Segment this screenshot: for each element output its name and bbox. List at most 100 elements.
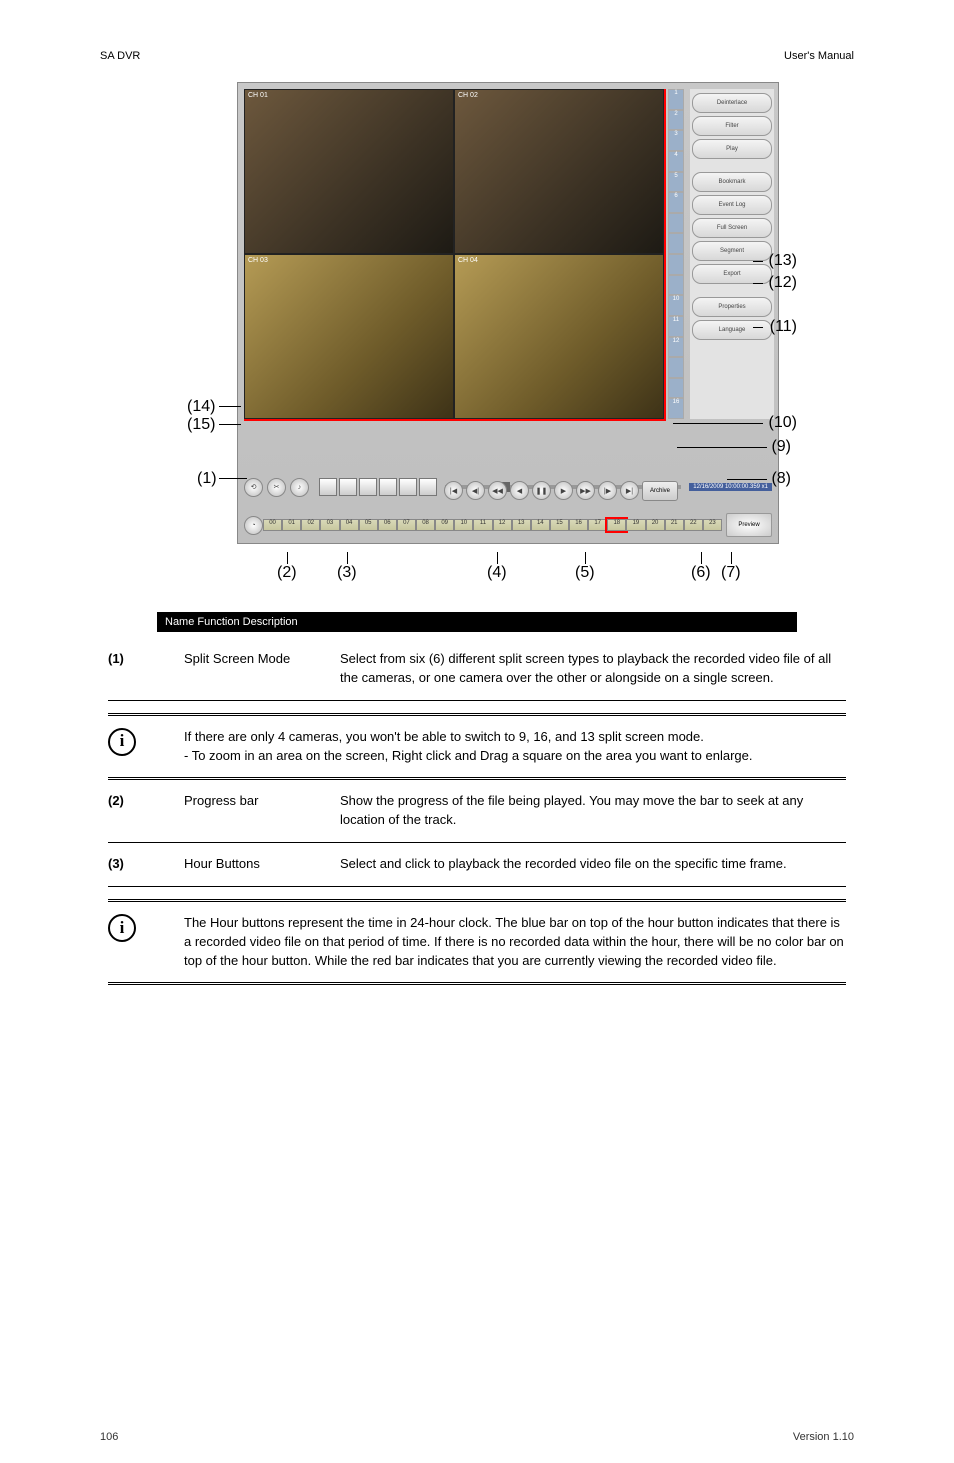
channel-cell[interactable]: 4	[668, 151, 684, 172]
channel-cell[interactable]	[668, 275, 684, 296]
channel-cell[interactable]: 2	[668, 110, 684, 131]
channel-cell[interactable]: 3	[668, 130, 684, 151]
hour-button[interactable]: 01	[282, 519, 301, 531]
event-log-button[interactable]: Event Log	[692, 195, 772, 215]
full-screen-button[interactable]: Full Screen	[692, 218, 772, 238]
definitions-table: (1) Split Screen Mode Select from six (6…	[100, 644, 854, 991]
hour-button[interactable]: 21	[665, 519, 684, 531]
split-4-button[interactable]	[339, 478, 357, 496]
camera-tile: CH 01	[244, 89, 454, 254]
hour-button[interactable]: 09	[435, 519, 454, 531]
preview-button[interactable]: Preview	[726, 513, 772, 537]
play-button[interactable]: ▶	[554, 481, 573, 500]
segment-button[interactable]: Segment	[692, 241, 772, 261]
callout-8: (8)	[771, 470, 791, 488]
hour-button[interactable]: 02	[301, 519, 320, 531]
archive-button[interactable]: Archive	[642, 481, 678, 501]
play-mode-button[interactable]: Play	[692, 139, 772, 159]
callout-5: (5)	[575, 564, 595, 582]
channel-cell[interactable]: 12	[668, 337, 684, 358]
split-1-button[interactable]	[319, 478, 337, 496]
export-button[interactable]: Export	[692, 264, 772, 284]
channel-cell[interactable]: 10	[668, 295, 684, 316]
channel-cell[interactable]	[668, 233, 684, 254]
jump-end-button[interactable]: ▶|	[620, 481, 639, 500]
transport-buttons: |◀ ◀| ◀◀ ◀ ❚❚ ▶ ▶▶ |▶ ▶| Archive	[444, 481, 678, 501]
channel-cell[interactable]: 1	[668, 89, 684, 110]
callout-2: (2)	[277, 564, 297, 582]
info-cell: i	[100, 722, 176, 772]
camera-label: CH 04	[458, 257, 478, 264]
exit-button[interactable]: ⟲	[244, 478, 263, 497]
header-left: SA DVR	[100, 50, 140, 62]
camera-tile: CH 02	[454, 89, 664, 254]
hour-button[interactable]: 14	[531, 519, 550, 531]
split-9-button[interactable]	[359, 478, 377, 496]
row-func: Split Screen Mode	[176, 644, 332, 694]
filter-button[interactable]: Filter	[692, 116, 772, 136]
channel-cell[interactable]: 6	[668, 192, 684, 213]
hour-button[interactable]: 00	[263, 519, 282, 531]
row-func: Hour Buttons	[176, 849, 332, 880]
row-desc: If there are only 4 cameras, you won't b…	[176, 722, 854, 772]
split-13-button[interactable]	[419, 478, 437, 496]
hour-button[interactable]: 03	[320, 519, 339, 531]
hour-button[interactable]: 07	[397, 519, 416, 531]
channel-cell[interactable]: 11	[668, 316, 684, 337]
properties-button[interactable]: Properties	[692, 297, 772, 317]
hour-button[interactable]: 23	[703, 519, 722, 531]
hour-button[interactable]: 08	[416, 519, 435, 531]
camera-label: CH 01	[248, 92, 268, 99]
hour-button[interactable]: 04	[340, 519, 359, 531]
callout-10: (10)	[769, 414, 797, 432]
hour-button[interactable]: 16	[569, 519, 588, 531]
hour-button[interactable]: 19	[626, 519, 645, 531]
rewind-fast-button[interactable]: ◀◀	[488, 481, 507, 500]
split-8-button[interactable]	[399, 478, 417, 496]
hour-button[interactable]: 12	[493, 519, 512, 531]
rule	[108, 886, 846, 887]
callout-line	[673, 423, 763, 424]
callout-line	[701, 552, 702, 564]
audio-button[interactable]: ♪	[290, 478, 309, 497]
rewind-button[interactable]: ◀	[510, 481, 529, 500]
snapshot-button[interactable]: ✂	[267, 478, 286, 497]
hour-button[interactable]: 06	[378, 519, 397, 531]
hour-button[interactable]: 13	[512, 519, 531, 531]
deinterlace-button[interactable]: Deinterlace	[692, 93, 772, 113]
callout-line	[753, 261, 763, 262]
next-frame-button[interactable]: |▶	[598, 481, 617, 500]
hour-button[interactable]: 20	[646, 519, 665, 531]
hour-button[interactable]: 17	[588, 519, 607, 531]
table-row: (3) Hour Buttons Select and click to pla…	[100, 849, 854, 880]
hour-button[interactable]: 15	[550, 519, 569, 531]
split-screen-buttons	[319, 478, 437, 496]
callout-9: (9)	[771, 438, 791, 456]
pause-button[interactable]: ❚❚	[532, 481, 551, 500]
table-header-bar: Name Function Description	[157, 612, 797, 632]
hour-button[interactable]: 22	[684, 519, 703, 531]
channel-cell[interactable]	[668, 213, 684, 234]
callout-line	[347, 552, 348, 564]
calendar-button[interactable]: ◔	[244, 516, 263, 535]
camera-tile: CH 04	[454, 254, 664, 419]
channel-cell[interactable]: 5	[668, 172, 684, 193]
bookmark-button[interactable]: Bookmark	[692, 172, 772, 192]
hour-button[interactable]: 18	[607, 519, 626, 531]
hour-button[interactable]: 05	[359, 519, 378, 531]
channel-cell[interactable]	[668, 378, 684, 399]
forward-fast-button[interactable]: ▶▶	[576, 481, 595, 500]
language-button[interactable]: Language	[692, 320, 772, 340]
hour-button[interactable]: 11	[473, 519, 492, 531]
jump-start-button[interactable]: |◀	[444, 481, 463, 500]
callout-12: (12)	[769, 274, 797, 292]
hour-button[interactable]: 10	[454, 519, 473, 531]
channel-cell[interactable]: 16	[668, 398, 684, 419]
channel-cell[interactable]	[668, 357, 684, 378]
split-16-button[interactable]	[379, 478, 397, 496]
channel-cell[interactable]	[668, 254, 684, 275]
footer-version: Version 1.10	[793, 1431, 854, 1443]
callout-line	[753, 283, 763, 284]
hour-timeline: ◔ 00 01 02 03 04 05 06 07 08 09 10 11 12…	[244, 513, 772, 537]
prev-frame-button[interactable]: ◀|	[466, 481, 485, 500]
